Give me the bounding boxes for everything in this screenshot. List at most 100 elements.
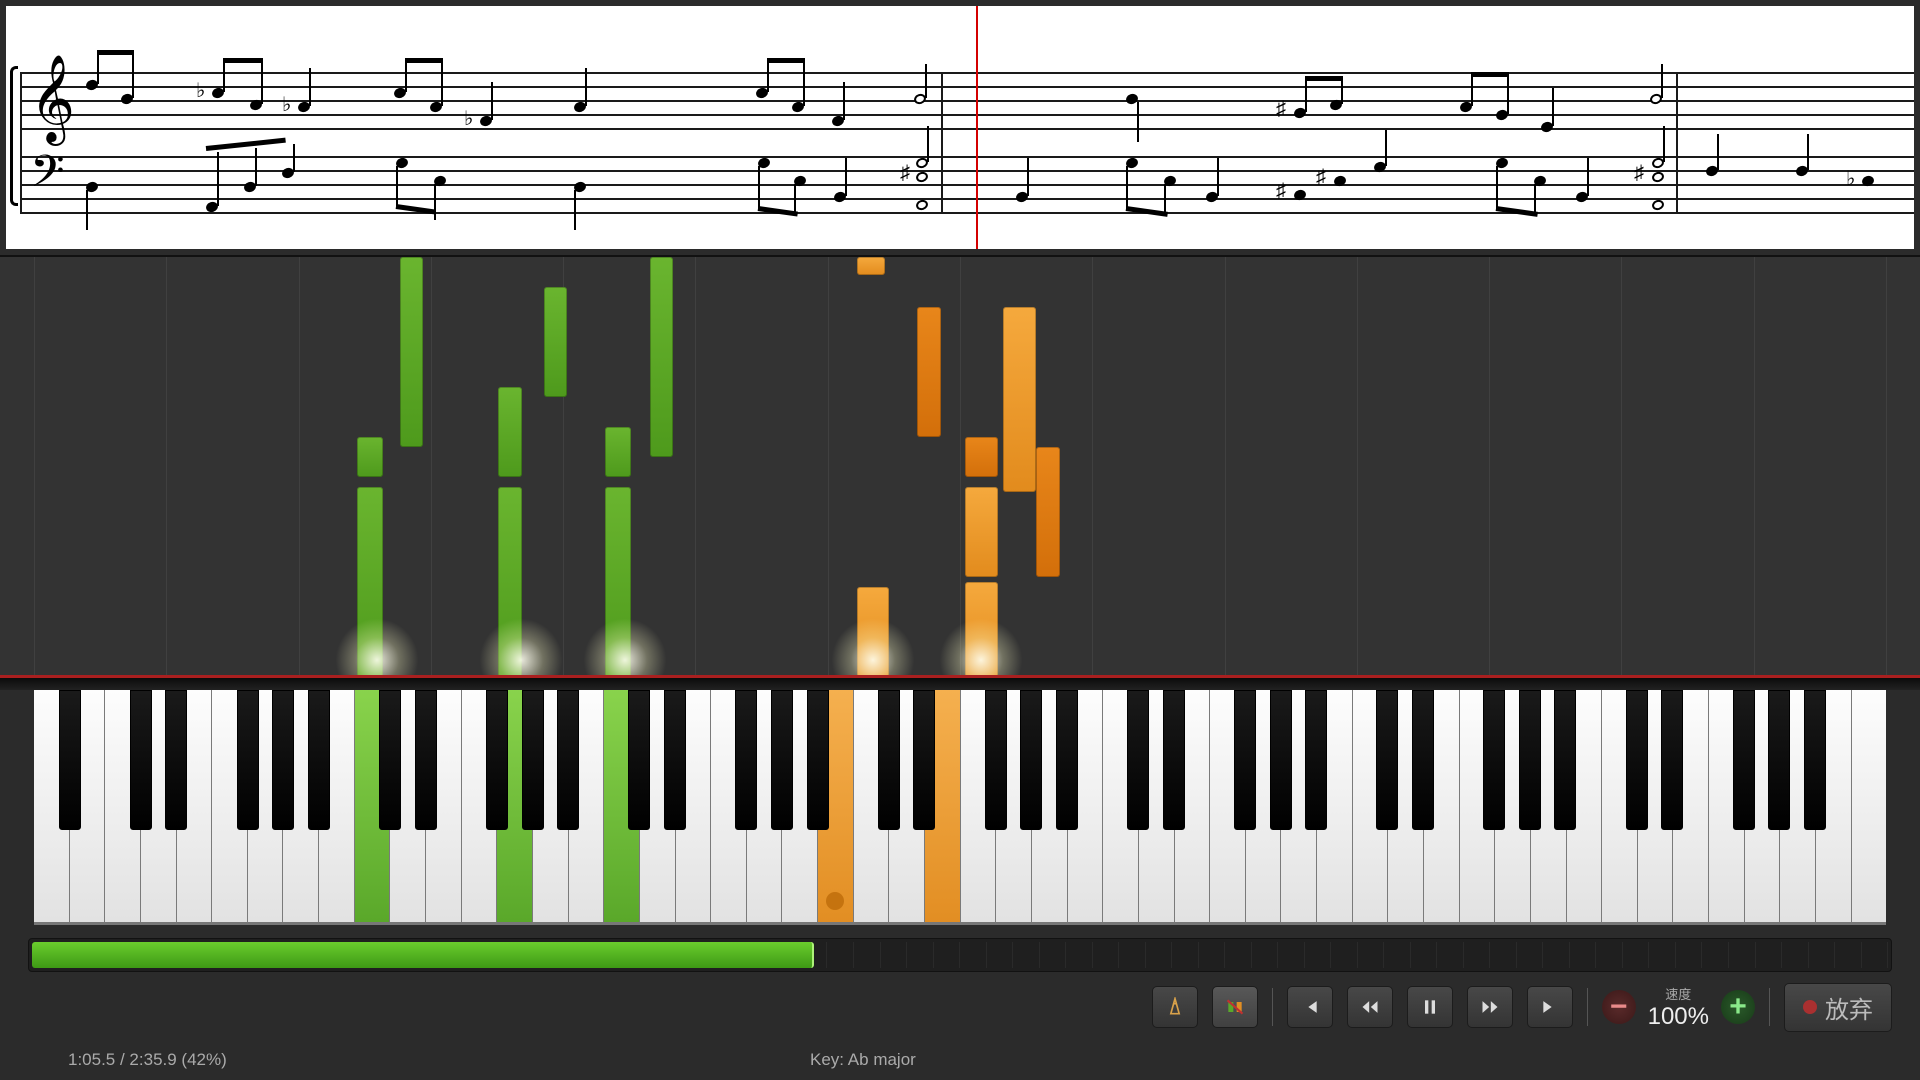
- falling-note: [544, 287, 567, 397]
- black-key[interactable]: [1483, 690, 1505, 830]
- black-key[interactable]: [522, 690, 544, 830]
- falling-note: [650, 257, 673, 457]
- black-key[interactable]: [308, 690, 330, 830]
- skip-forward-button[interactable]: [1527, 986, 1573, 1028]
- speed-control: − 速度 100% +: [1602, 984, 1755, 1031]
- beam: [405, 58, 443, 63]
- progress-fill: [32, 942, 814, 968]
- note-stem: [1126, 166, 1128, 210]
- black-key[interactable]: [557, 690, 579, 830]
- falling-note: [357, 487, 383, 677]
- separator: [1272, 988, 1273, 1026]
- barline: [1676, 72, 1678, 214]
- note-stem: [1587, 158, 1589, 196]
- black-key[interactable]: [1804, 690, 1826, 830]
- staff-line: [20, 128, 1914, 130]
- black-key[interactable]: [985, 690, 1007, 830]
- falling-note: [857, 257, 885, 275]
- treble-clef-icon: 𝄞: [30, 56, 75, 144]
- sheet-music-panel: 𝄞 𝄢 ♭ ♭ ♭ ♯: [0, 0, 1920, 255]
- note-stem: [758, 166, 760, 210]
- note-stem: [1661, 64, 1663, 98]
- black-key[interactable]: [628, 690, 650, 830]
- abandon-button[interactable]: 放弃: [1784, 983, 1892, 1032]
- black-key[interactable]: [165, 690, 187, 830]
- bass-clef-icon: 𝄢: [30, 146, 65, 209]
- note-stem: [1717, 134, 1719, 170]
- falling-note: [1036, 447, 1060, 577]
- note-stem: [1385, 130, 1387, 166]
- black-key[interactable]: [272, 690, 294, 830]
- black-key[interactable]: [1733, 690, 1755, 830]
- note-stem: [217, 152, 219, 206]
- stop-icon: [1803, 1000, 1817, 1014]
- metronome-button[interactable]: [1152, 986, 1198, 1028]
- black-key[interactable]: [1626, 690, 1648, 830]
- skip-back-button[interactable]: [1287, 986, 1333, 1028]
- note-fall-area: [0, 255, 1920, 675]
- pause-button[interactable]: [1407, 986, 1453, 1028]
- forward-button[interactable]: [1467, 986, 1513, 1028]
- hands-icon: [1225, 997, 1245, 1017]
- black-key[interactable]: [1127, 690, 1149, 830]
- black-key[interactable]: [1554, 690, 1576, 830]
- black-key[interactable]: [1020, 690, 1042, 830]
- rewind-icon: [1360, 997, 1380, 1017]
- black-key[interactable]: [1305, 690, 1327, 830]
- black-key[interactable]: [913, 690, 935, 830]
- forward-icon: [1480, 997, 1500, 1017]
- note-stem: [1807, 134, 1809, 170]
- black-key[interactable]: [1234, 690, 1256, 830]
- note-stem: [1137, 102, 1139, 142]
- separator: [1587, 988, 1588, 1026]
- staff-line: [20, 86, 1914, 88]
- black-key[interactable]: [1519, 690, 1541, 830]
- staff-line: [20, 184, 1914, 186]
- black-key[interactable]: [415, 690, 437, 830]
- note-stem: [843, 82, 845, 120]
- falling-note: [965, 582, 998, 677]
- black-key[interactable]: [1376, 690, 1398, 830]
- black-key[interactable]: [379, 690, 401, 830]
- note-stem: [1496, 166, 1498, 210]
- note-stem: [1471, 72, 1473, 106]
- piano-keyboard[interactable]: [0, 675, 1920, 925]
- rewind-button[interactable]: [1347, 986, 1393, 1028]
- black-key[interactable]: [1661, 690, 1683, 830]
- speed-increase-button[interactable]: +: [1721, 990, 1755, 1024]
- note-stem: [1663, 126, 1665, 162]
- black-key[interactable]: [1270, 690, 1292, 830]
- speed-decrease-button[interactable]: −: [1602, 990, 1636, 1024]
- note-stem: [405, 58, 407, 92]
- staff-line: [20, 170, 1914, 172]
- beam: [1305, 76, 1343, 81]
- black-key[interactable]: [735, 690, 757, 830]
- grand-staff-brace: [10, 66, 18, 206]
- note-stem: [1305, 76, 1307, 112]
- hands-button[interactable]: [1212, 986, 1258, 1028]
- progress-bar[interactable]: [28, 938, 1892, 972]
- black-key[interactable]: [807, 690, 829, 830]
- note-stem: [1027, 158, 1029, 196]
- beam: [206, 138, 286, 151]
- black-key[interactable]: [486, 690, 508, 830]
- black-key[interactable]: [664, 690, 686, 830]
- black-key[interactable]: [237, 690, 259, 830]
- playback-status: 1:05.5 / 2:35.9 (42%): [68, 1050, 227, 1070]
- black-key[interactable]: [1412, 690, 1434, 830]
- black-key[interactable]: [130, 690, 152, 830]
- note-stem: [927, 126, 929, 162]
- black-key[interactable]: [1163, 690, 1185, 830]
- black-key[interactable]: [59, 690, 81, 830]
- note-stem: [86, 190, 88, 230]
- key-signature-label: Key: Ab major: [810, 1050, 916, 1070]
- note-stem: [574, 190, 576, 230]
- black-key[interactable]: [1056, 690, 1078, 830]
- black-key[interactable]: [878, 690, 900, 830]
- note-stem: [925, 64, 927, 98]
- black-key[interactable]: [771, 690, 793, 830]
- skip-back-icon: [1300, 997, 1320, 1017]
- note-stem: [1552, 88, 1554, 126]
- black-key[interactable]: [1768, 690, 1790, 830]
- black-keys[interactable]: [34, 690, 1886, 925]
